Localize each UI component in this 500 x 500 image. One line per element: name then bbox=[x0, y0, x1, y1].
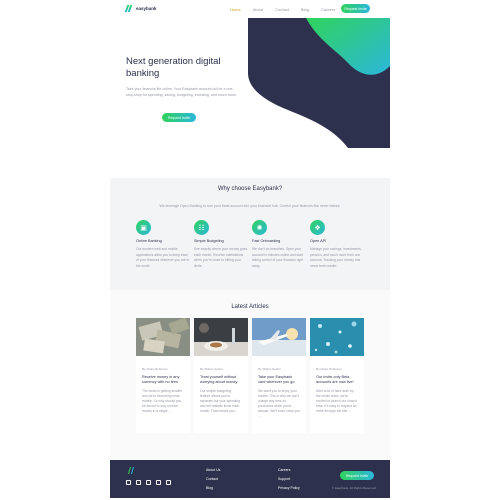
article-excerpt: Our simple budgeting feature allows you … bbox=[200, 389, 240, 413]
why-subtitle: We leverage Open Banking to turn your ba… bbox=[159, 204, 341, 208]
feature-title: Open API bbox=[310, 239, 327, 243]
footer-request-invite-button[interactable]: Request Invite bbox=[340, 471, 374, 480]
why-section: Why choose Easybank? We leverage Open Ba… bbox=[110, 178, 390, 290]
footer-link-careers[interactable]: Careers bbox=[278, 468, 300, 472]
article-image-airplane bbox=[252, 318, 306, 356]
footer-link-support[interactable]: Support bbox=[278, 477, 300, 481]
article-image-currency bbox=[136, 317, 190, 356]
article-image-restaurant bbox=[194, 318, 248, 356]
feature-description: Our modern web and mobile applications a… bbox=[136, 247, 190, 268]
nav-link-about[interactable]: About bbox=[253, 7, 263, 12]
youtube-icon[interactable] bbox=[136, 480, 141, 485]
article-card[interactable]: By Claire Robinson Our invite-only Beta … bbox=[310, 318, 364, 433]
feature-description: Manage your savings, investments, pensio… bbox=[310, 247, 362, 268]
top-navbar: easybank Home About Contact Blog Careers… bbox=[110, 0, 390, 18]
article-excerpt: We want you to enjoy your travels. This … bbox=[258, 389, 300, 418]
article-excerpt: After a lot of hard work by the whole te… bbox=[316, 389, 357, 413]
nav-link-careers[interactable]: Careers bbox=[321, 7, 335, 12]
feature-open-api: ❖ Open API Manage your savings, investme… bbox=[310, 220, 365, 269]
nav-links: Home About Contact Blog Careers bbox=[230, 7, 335, 12]
articles-title: Latest Articles bbox=[231, 304, 269, 310]
online-banking-icon: ▣ bbox=[136, 220, 151, 235]
footer-link-about[interactable]: About Us bbox=[206, 468, 220, 472]
nav-link-contact[interactable]: Contact bbox=[275, 7, 289, 12]
article-card[interactable]: By Wilson Hutton Take your Easybank card… bbox=[252, 318, 306, 433]
onboarding-icon: ✺ bbox=[252, 220, 267, 235]
article-title[interactable]: Treat yourself without worrying about mo… bbox=[200, 375, 242, 385]
hero-title: Next generation digital banking bbox=[126, 56, 221, 79]
feature-simple-budgeting: ☷ Simple Budgeting See exactly where you… bbox=[194, 220, 249, 269]
feature-title: Simple Budgeting bbox=[194, 239, 224, 243]
footer-link-contact[interactable]: Contact bbox=[206, 477, 220, 481]
feature-title: Online Banking bbox=[136, 239, 162, 243]
footer-link-blog[interactable]: Blog bbox=[206, 486, 220, 490]
article-card[interactable]: By Claire Robinson Receive money in any … bbox=[136, 317, 190, 433]
brand-name: easybank bbox=[136, 6, 157, 11]
article-title[interactable]: Take your Easybank card wherever you go bbox=[258, 375, 300, 385]
api-icon: ❖ bbox=[310, 220, 325, 235]
nav-link-home[interactable]: Home bbox=[230, 7, 241, 12]
article-author: By Wilson Hutton bbox=[258, 367, 282, 371]
footer: About Us Contact Blog Careers Support Pr… bbox=[110, 460, 390, 498]
article-title[interactable]: Our invite-only Beta accounts are now li… bbox=[316, 375, 358, 385]
twitter-icon[interactable] bbox=[146, 480, 151, 485]
articles-section: Latest Articles By Claire Robinson Recei… bbox=[110, 290, 390, 460]
feature-fast-onboarding: ✺ Fast Onboarding We don't do branches. … bbox=[252, 220, 307, 269]
feature-title: Fast Onboarding bbox=[252, 239, 281, 243]
brand-logo[interactable]: easybank bbox=[124, 5, 157, 12]
copyright-text: © Easybank. All Rights Reserved bbox=[331, 486, 376, 490]
article-image-confetti bbox=[310, 318, 364, 356]
hero-description: Take your financial life online. Your Ea… bbox=[126, 87, 237, 97]
nav-link-blog[interactable]: Blog bbox=[301, 7, 309, 12]
article-card[interactable]: By Wilson Hutton Treat yourself without … bbox=[194, 318, 248, 433]
pinterest-icon[interactable] bbox=[156, 480, 161, 485]
budgeting-icon: ☷ bbox=[194, 220, 209, 235]
article-excerpt: The world is getting smaller and we're b… bbox=[142, 389, 183, 413]
hero-request-invite-button[interactable]: Request Invite bbox=[162, 113, 196, 122]
article-author: By Claire Robinson bbox=[142, 367, 168, 371]
why-title: Why choose Easybank? bbox=[217, 186, 283, 192]
social-links bbox=[126, 480, 171, 485]
article-title[interactable]: Receive money in any currency with no fe… bbox=[142, 375, 184, 385]
feature-online-banking: ▣ Online Banking Our modern web and mobi… bbox=[136, 220, 191, 269]
footer-logo-icon[interactable] bbox=[127, 467, 134, 474]
feature-description: We don't do branches. Open your account … bbox=[252, 247, 304, 268]
brand-logo-icon bbox=[124, 5, 133, 12]
article-author: By Claire Robinson bbox=[316, 367, 342, 371]
footer-link-privacy[interactable]: Privacy Policy bbox=[278, 486, 300, 490]
instagram-icon[interactable] bbox=[166, 480, 171, 485]
hero-section: Next generation digital banking Take you… bbox=[110, 18, 390, 148]
article-author: By Wilson Hutton bbox=[200, 367, 224, 371]
facebook-icon[interactable] bbox=[126, 480, 131, 485]
footer-links-col1: About Us Contact Blog bbox=[206, 468, 220, 490]
feature-description: See exactly where your money goes each m… bbox=[194, 247, 248, 268]
footer-links-col2: Careers Support Privacy Policy bbox=[278, 468, 300, 490]
hero-background-shape bbox=[248, 18, 390, 148]
request-invite-button[interactable]: Request Invite bbox=[341, 4, 370, 13]
